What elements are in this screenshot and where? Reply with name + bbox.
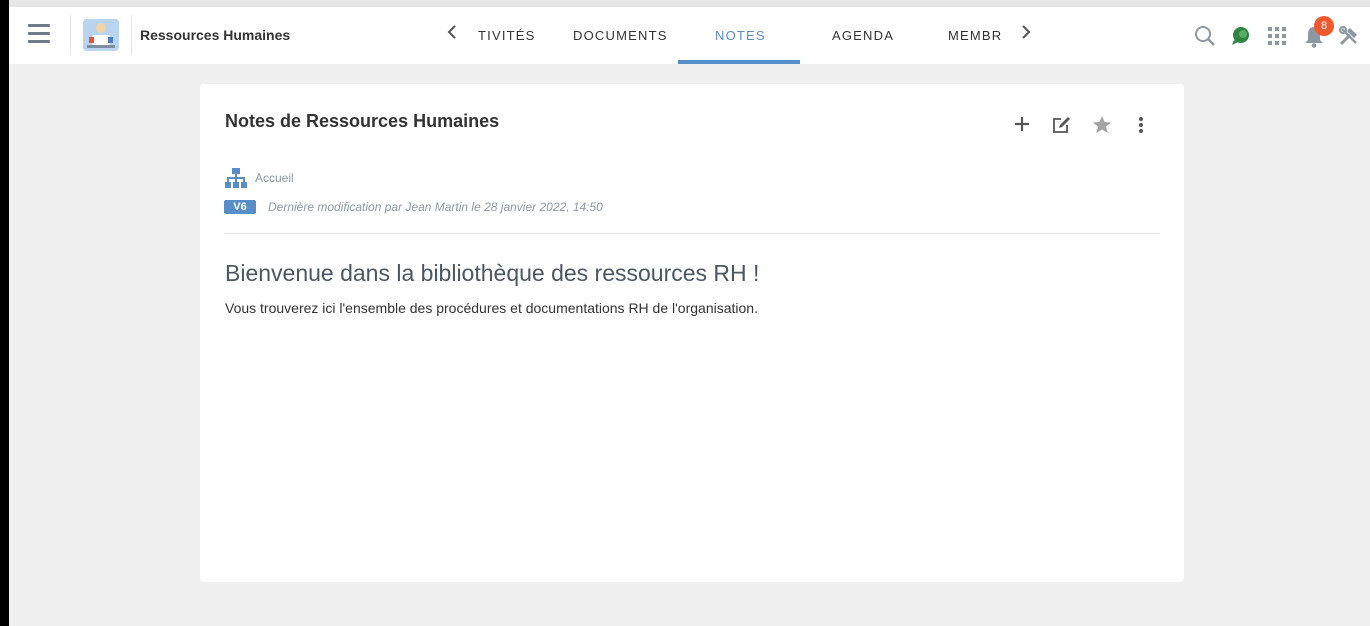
more-vertical-icon[interactable] (1138, 116, 1144, 139)
chat-icon[interactable] (1230, 26, 1252, 51)
divider (224, 233, 1160, 234)
version-badge[interactable]: V6 (224, 200, 256, 214)
note-title: Notes de Ressources Humaines (225, 111, 500, 131)
tools-icon[interactable] (1338, 25, 1360, 52)
tabs-scroll-left-icon[interactable] (447, 24, 457, 45)
breadcrumb[interactable]: Accueil (255, 171, 294, 185)
left-edge (0, 0, 9, 626)
top-navigation-bar: Ressources Humaines TIVITÉS DOCUMENTS NO… (9, 7, 1370, 64)
note-card: Notes de Ressources Humaines Accueil V6 … (200, 84, 1184, 582)
active-tab-indicator (678, 60, 800, 64)
top-border (0, 0, 1370, 7)
tab-agenda[interactable]: AGENDA (832, 28, 894, 43)
star-icon[interactable] (1092, 116, 1112, 139)
tab-members[interactable]: MEMBR (948, 28, 1002, 43)
divider (131, 15, 132, 55)
note-heading: Bienvenue dans la bibliothèque des resso… (225, 260, 760, 286)
tab-documents[interactable]: DOCUMENTS (573, 28, 668, 43)
last-modified-text: Dernière modification par Jean Martin le… (268, 200, 603, 214)
tabs-scroll-right-icon[interactable] (1021, 24, 1031, 45)
tab-activities[interactable]: TIVITÉS (478, 28, 536, 43)
tree-icon (225, 168, 247, 195)
tab-notes[interactable]: NOTES (715, 28, 766, 43)
space-title[interactable]: Ressources Humaines (140, 27, 290, 43)
apps-icon[interactable] (1268, 27, 1286, 50)
space-avatar[interactable] (83, 19, 119, 51)
search-icon[interactable] (1194, 25, 1216, 52)
note-body: Vous trouverez ici l'ensemble des procéd… (225, 300, 758, 316)
menu-icon[interactable] (28, 24, 50, 44)
divider (70, 15, 71, 55)
edit-icon[interactable] (1052, 116, 1072, 139)
notification-badge: 8 (1314, 16, 1334, 36)
plus-icon[interactable] (1014, 116, 1030, 137)
